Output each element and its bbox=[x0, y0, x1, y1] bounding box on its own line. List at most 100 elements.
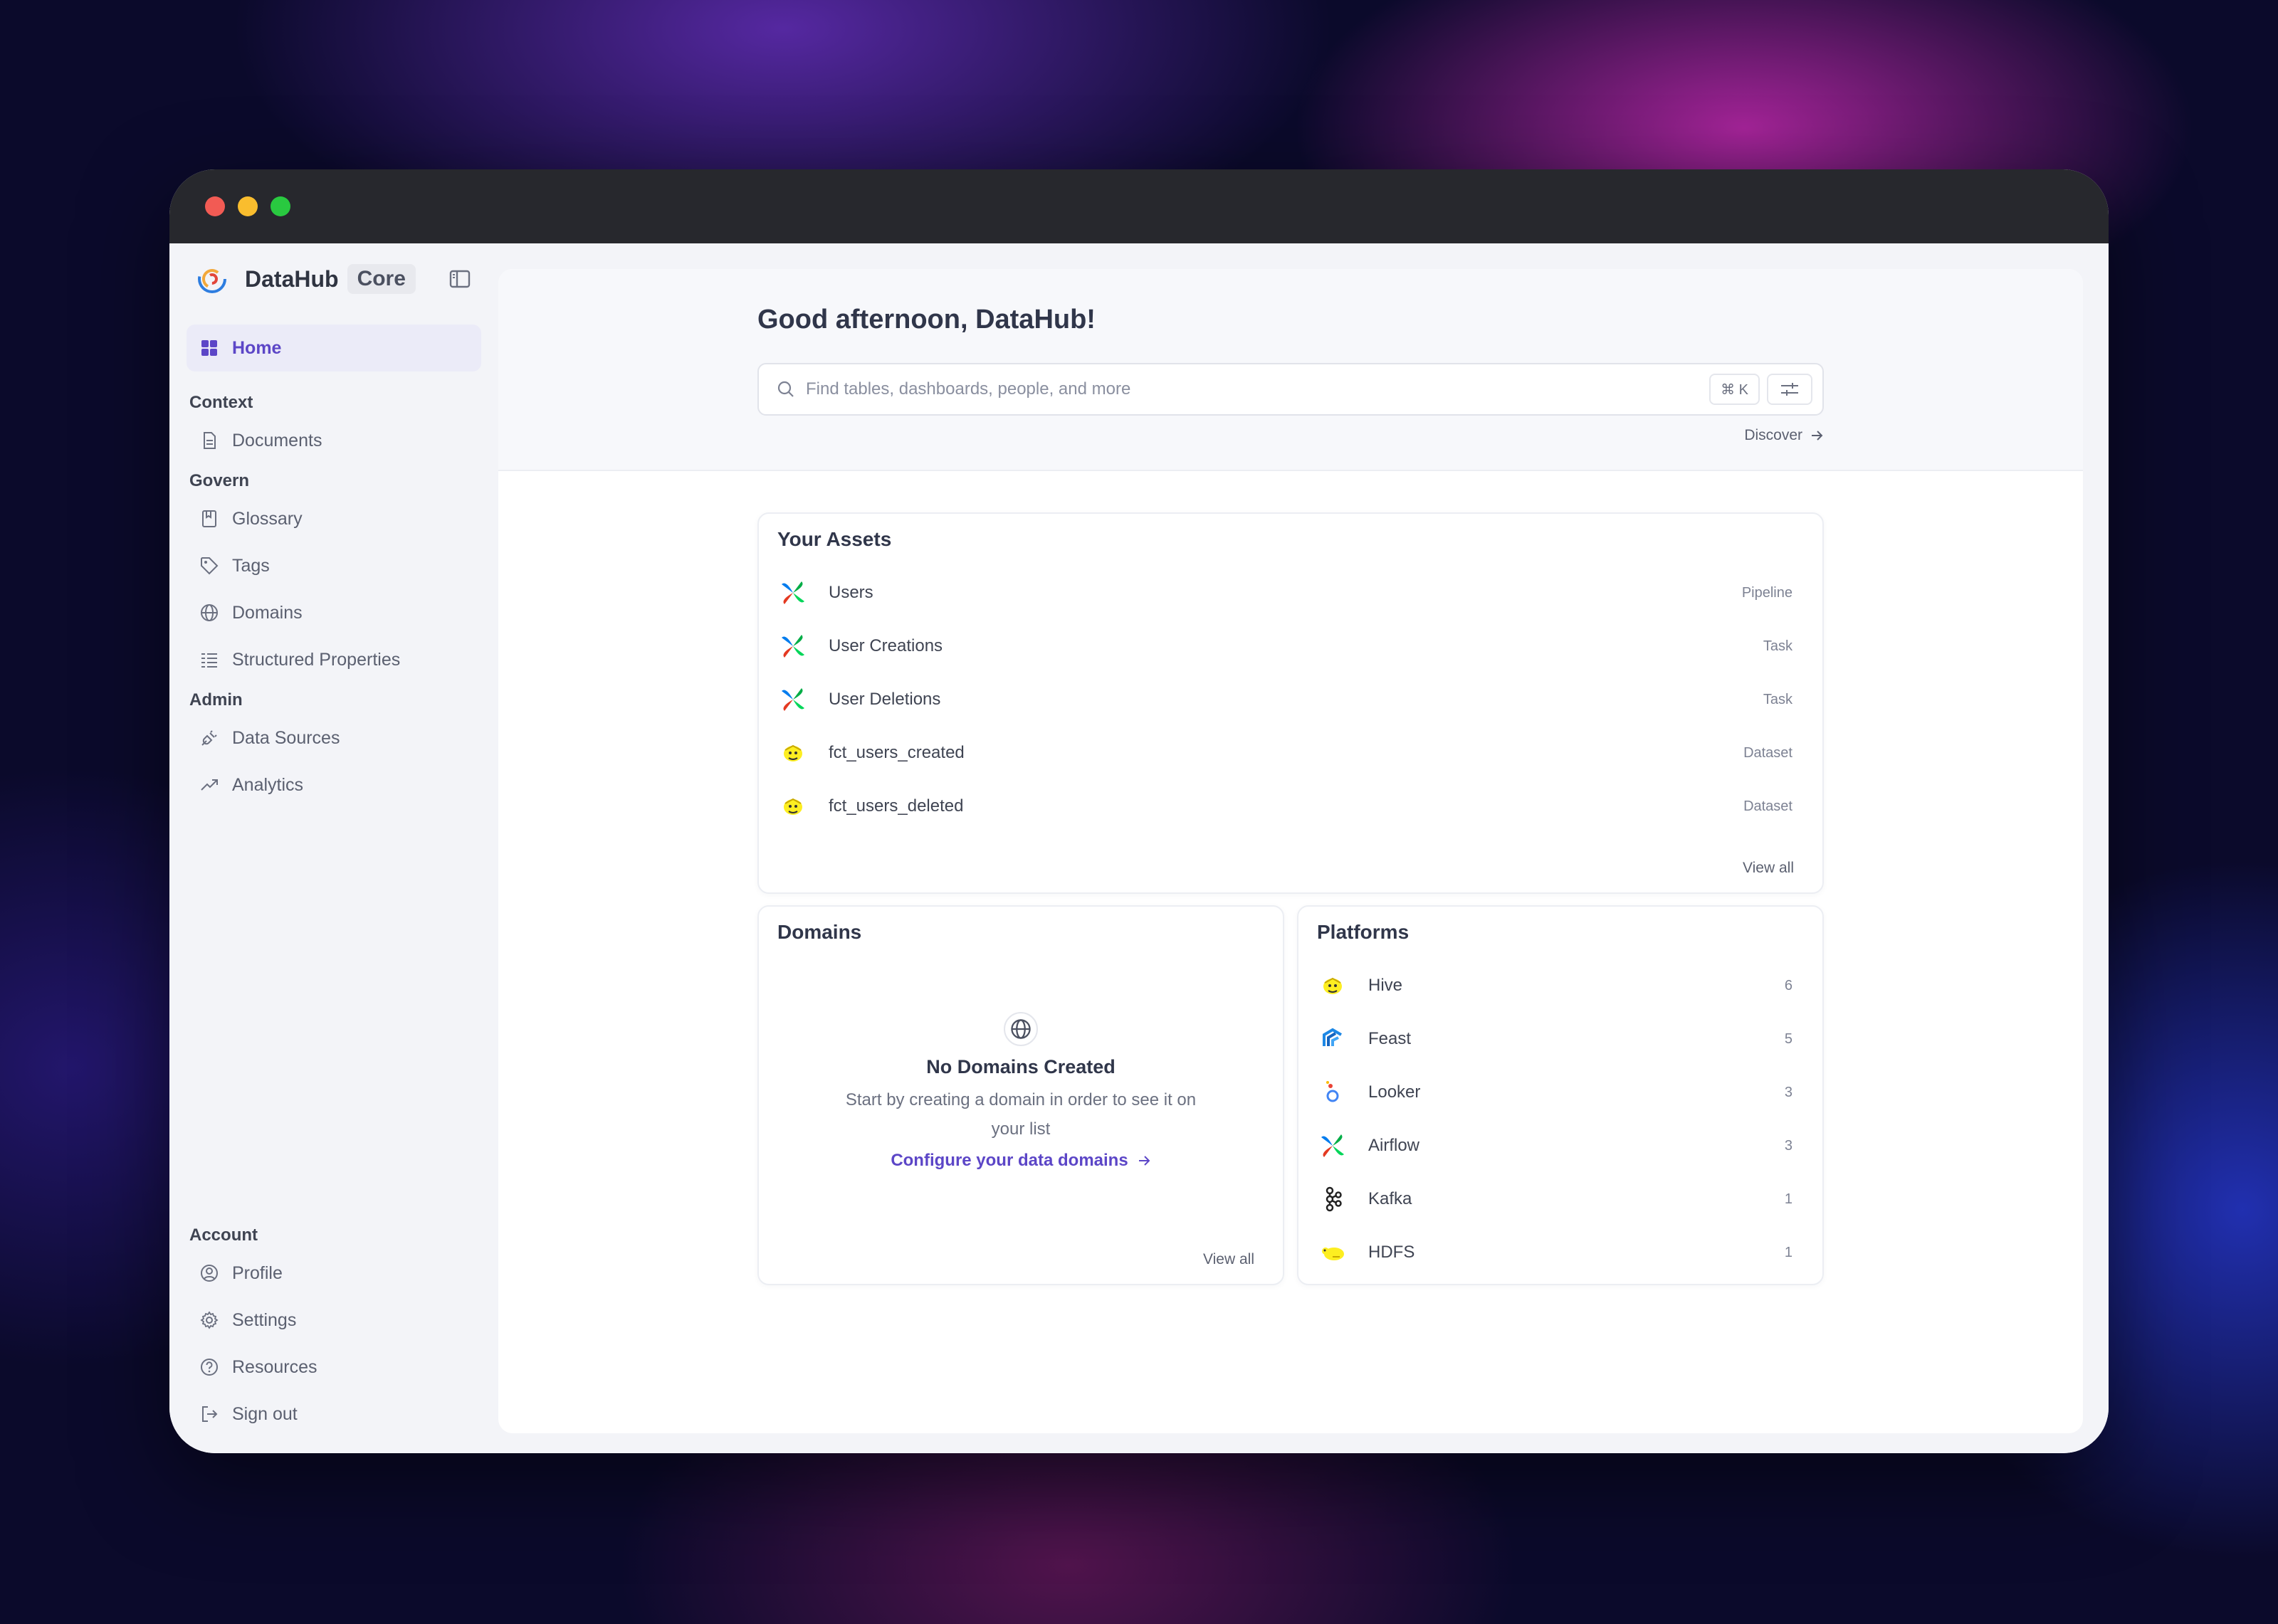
asset-row[interactable]: User Deletions Task bbox=[777, 682, 1793, 717]
app-body: DataHub Core Home Context Documents Gove… bbox=[169, 243, 2109, 1453]
card-title: Domains bbox=[777, 921, 862, 943]
hdfs-icon bbox=[1317, 1237, 1348, 1264]
platform-row[interactable]: Feast 5 bbox=[1317, 1021, 1793, 1057]
close-window-button[interactable] bbox=[205, 196, 225, 216]
platform-name: Feast bbox=[1368, 1029, 1412, 1048]
asset-type: Dataset bbox=[1743, 744, 1793, 761]
keyboard-shortcut-badge: ⌘ K bbox=[1709, 374, 1760, 405]
main-content: Good afternoon, DataHub! Find tables, da… bbox=[498, 269, 2083, 1433]
platform-row[interactable]: Airflow 3 bbox=[1317, 1128, 1793, 1164]
platforms-card: Platforms Hive 6 Feast 5 Looker 3 Airflow 3 Kafk… bbox=[1297, 905, 1824, 1285]
section-context: Context bbox=[189, 393, 253, 412]
sidebar-item-profile[interactable]: Profile bbox=[187, 1250, 481, 1297]
airflow-icon bbox=[777, 577, 809, 608]
hive-icon bbox=[777, 791, 809, 822]
looker-icon bbox=[1317, 1077, 1348, 1108]
sidebar-item-label: Resources bbox=[232, 1356, 317, 1377]
platform-name: Hive bbox=[1368, 976, 1403, 995]
asset-row[interactable]: User Creations Task bbox=[777, 628, 1793, 664]
sidebar-item-label: Tags bbox=[232, 555, 270, 576]
sidebar-item-label: Home bbox=[232, 337, 282, 358]
asset-row[interactable]: fct_users_created Dataset bbox=[777, 735, 1793, 771]
sidebar-item-home[interactable]: Home bbox=[187, 325, 481, 371]
platform-row[interactable]: Looker 3 bbox=[1317, 1075, 1793, 1110]
sidebar-item-label: Glossary bbox=[232, 508, 303, 529]
sidebar-item-label: Analytics bbox=[232, 774, 304, 795]
maximize-window-button[interactable] bbox=[271, 196, 290, 216]
user-circle-icon bbox=[201, 1265, 218, 1282]
home-header: Good afternoon, DataHub! Find tables, da… bbox=[498, 269, 2083, 471]
platform-count: 1 bbox=[1784, 1191, 1793, 1207]
app-window: DataHub Core Home Context Documents Gove… bbox=[169, 169, 2109, 1453]
platform-name: Kafka bbox=[1368, 1189, 1412, 1208]
asset-type: Dataset bbox=[1743, 798, 1793, 814]
discover-label: Discover bbox=[1744, 427, 1802, 443]
card-title: Your Assets bbox=[777, 528, 892, 550]
platform-row[interactable]: HDFS 1 bbox=[1317, 1235, 1793, 1264]
platform-row[interactable]: Kafka 1 bbox=[1317, 1181, 1793, 1217]
sidebar-item-label: Settings bbox=[232, 1309, 297, 1330]
sidebar-item-domains[interactable]: Domains bbox=[187, 589, 481, 636]
tag-icon bbox=[201, 557, 219, 575]
asset-row[interactable]: Users Pipeline bbox=[777, 575, 1793, 611]
domains-view-all-link[interactable]: View all bbox=[1203, 1251, 1254, 1268]
account-section: Account Profile Settings Resources Sign … bbox=[187, 1225, 481, 1438]
section-govern: Govern bbox=[189, 471, 250, 490]
sidebar-item-tags[interactable]: Tags bbox=[187, 542, 481, 589]
asset-type: Pipeline bbox=[1741, 584, 1793, 601]
sidebar-item-structured-properties[interactable]: Structured Properties bbox=[187, 636, 481, 683]
discover-link[interactable]: Discover bbox=[1744, 427, 1824, 444]
sidebar-item-documents[interactable]: Documents bbox=[187, 417, 481, 464]
globe-icon bbox=[201, 604, 218, 621]
trend-up-icon bbox=[201, 779, 218, 791]
asset-name: fct_users_created bbox=[829, 743, 965, 762]
empty-title: No Domains Created bbox=[926, 1056, 1116, 1077]
minimize-window-button[interactable] bbox=[238, 196, 258, 216]
sidebar-item-data-sources[interactable]: Data Sources bbox=[187, 715, 481, 761]
sidebar-collapse-icon[interactable] bbox=[448, 268, 471, 290]
platform-name: Airflow bbox=[1368, 1136, 1420, 1155]
asset-name: Users bbox=[829, 583, 873, 602]
assets-view-all-link[interactable]: View all bbox=[1743, 860, 1794, 877]
section-account: Account bbox=[189, 1225, 258, 1245]
asset-row[interactable]: fct_users_deleted Dataset bbox=[777, 789, 1793, 824]
airflow-icon bbox=[777, 631, 809, 662]
airflow-icon bbox=[777, 684, 809, 715]
sidebar-item-glossary[interactable]: Glossary bbox=[187, 495, 481, 542]
configure-domains-label: Configure your data domains bbox=[891, 1151, 1128, 1170]
search-icon bbox=[777, 381, 794, 397]
search-input[interactable]: Find tables, dashboards, people, and mor… bbox=[806, 379, 1709, 399]
platform-count: 1 bbox=[1784, 1244, 1793, 1260]
search-filters-button[interactable] bbox=[1767, 374, 1812, 405]
domains-empty-state: No Domains Created Start by creating a d… bbox=[759, 1012, 1283, 1171]
sidebar-item-analytics[interactable]: Analytics bbox=[187, 761, 481, 808]
brand[interactable]: DataHub Core bbox=[187, 243, 481, 315]
sidebar-item-label: Structured Properties bbox=[232, 649, 401, 670]
sidebar-item-sign-out[interactable]: Sign out bbox=[187, 1391, 481, 1438]
platform-row[interactable]: Hive 6 bbox=[1317, 968, 1793, 1003]
document-icon bbox=[204, 432, 216, 449]
arrow-right-icon bbox=[1812, 431, 1823, 441]
your-assets-card: Your Assets Users Pipeline User Creations T… bbox=[757, 512, 1824, 894]
sidebar-item-resources[interactable]: Resources bbox=[187, 1344, 481, 1391]
asset-name: User Creations bbox=[829, 636, 943, 655]
asset-name: fct_users_deleted bbox=[829, 796, 964, 816]
search-bar[interactable]: Find tables, dashboards, people, and mor… bbox=[757, 363, 1824, 416]
configure-domains-link[interactable]: Configure your data domains bbox=[891, 1151, 1150, 1171]
asset-type: Task bbox=[1763, 691, 1793, 707]
plug-icon bbox=[201, 730, 217, 746]
gear-icon bbox=[200, 1311, 219, 1329]
airflow-icon bbox=[1317, 1130, 1348, 1161]
window-titlebar bbox=[169, 169, 2109, 243]
sidebar-item-label: Documents bbox=[232, 430, 322, 450]
platform-count: 3 bbox=[1784, 1084, 1793, 1100]
arrow-right-icon bbox=[1138, 1156, 1150, 1166]
datahub-logo-icon bbox=[198, 265, 226, 293]
sidebar-item-settings[interactable]: Settings bbox=[187, 1297, 481, 1344]
sign-out-icon bbox=[202, 1406, 218, 1422]
asset-type: Task bbox=[1763, 638, 1793, 654]
hive-icon bbox=[777, 737, 809, 769]
brand-name: DataHub bbox=[245, 265, 339, 292]
home-grid-icon bbox=[201, 340, 217, 356]
platform-count: 5 bbox=[1784, 1030, 1793, 1047]
